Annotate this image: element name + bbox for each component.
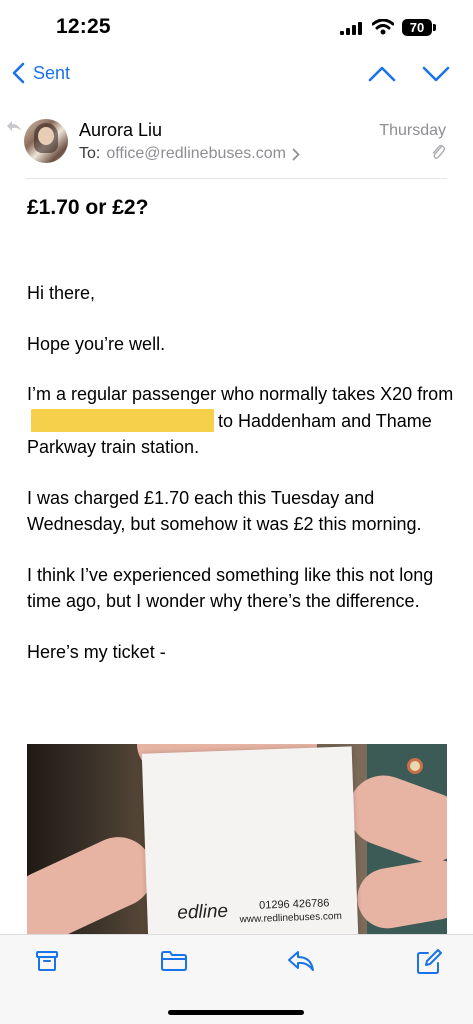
paragraph-4: I think I’ve experienced something like …: [27, 564, 434, 612]
ticket-website: www.redlinebuses.com: [239, 910, 343, 926]
status-bar: 12:25 70: [0, 0, 473, 54]
message-date: Thursday: [379, 122, 446, 139]
bus-ticket: edline 01296 426786 www.redlinebuses.com: [141, 746, 359, 934]
paragraph-2-start: I’m a regular passenger who normally tak…: [27, 384, 454, 404]
status-time: 12:25: [56, 15, 111, 38]
previous-message-button[interactable]: [368, 64, 396, 84]
battery-icon: 70: [402, 19, 432, 36]
to-label: To:: [79, 145, 101, 162]
redaction-box: [31, 408, 214, 432]
home-indicator[interactable]: [168, 1010, 304, 1015]
greeting: Hi there,: [27, 283, 96, 303]
chevron-left-icon: [12, 62, 25, 84]
reply-icon[interactable]: [287, 949, 315, 973]
header-divider: [26, 178, 447, 179]
archive-icon[interactable]: [35, 949, 59, 973]
wifi-icon: [372, 19, 394, 35]
chevron-right-icon: [292, 148, 300, 160]
ticket-photo-attachment[interactable]: edline 01296 426786 www.redlinebuses.com: [27, 744, 447, 934]
replied-indicator-icon: [7, 121, 21, 131]
nav-bar: Sent: [0, 54, 473, 100]
message-body: Hi there, Hope you’re well. I’m a regula…: [27, 280, 457, 665]
cellular-signal-icon: [340, 22, 362, 35]
paperclip-icon: [432, 144, 445, 159]
message-subject: £1.70 or £2?: [27, 196, 149, 219]
ticket-logo: edline: [176, 900, 229, 924]
avatar-face: [38, 127, 54, 145]
ticket-phone: 01296 426786: [258, 897, 330, 912]
back-button[interactable]: Sent: [12, 62, 70, 84]
next-message-button[interactable]: [422, 64, 450, 84]
folder-icon[interactable]: [160, 949, 188, 973]
compose-icon[interactable]: [416, 949, 442, 975]
battery-tip: [433, 24, 436, 31]
message-header: Aurora Liu To: office@redlinebuses.com T…: [0, 104, 473, 178]
paragraph-1: Hope you’re well.: [27, 333, 166, 354]
back-label: Sent: [33, 62, 71, 83]
recipient-address: office@redlinebuses.com: [106, 145, 286, 162]
fabric-dot: [407, 758, 423, 774]
paragraph-2: I’m a regular passenger who normally tak…: [27, 381, 457, 461]
recipient-line[interactable]: To: office@redlinebuses.com: [79, 145, 300, 163]
paragraph-3: I was charged £1.70 each this Tuesday an…: [27, 487, 422, 535]
battery-level: 70: [409, 20, 425, 35]
paragraph-5: Here’s my ticket -: [27, 641, 166, 662]
sender-name[interactable]: Aurora Liu: [79, 120, 162, 141]
avatar[interactable]: [24, 119, 68, 163]
